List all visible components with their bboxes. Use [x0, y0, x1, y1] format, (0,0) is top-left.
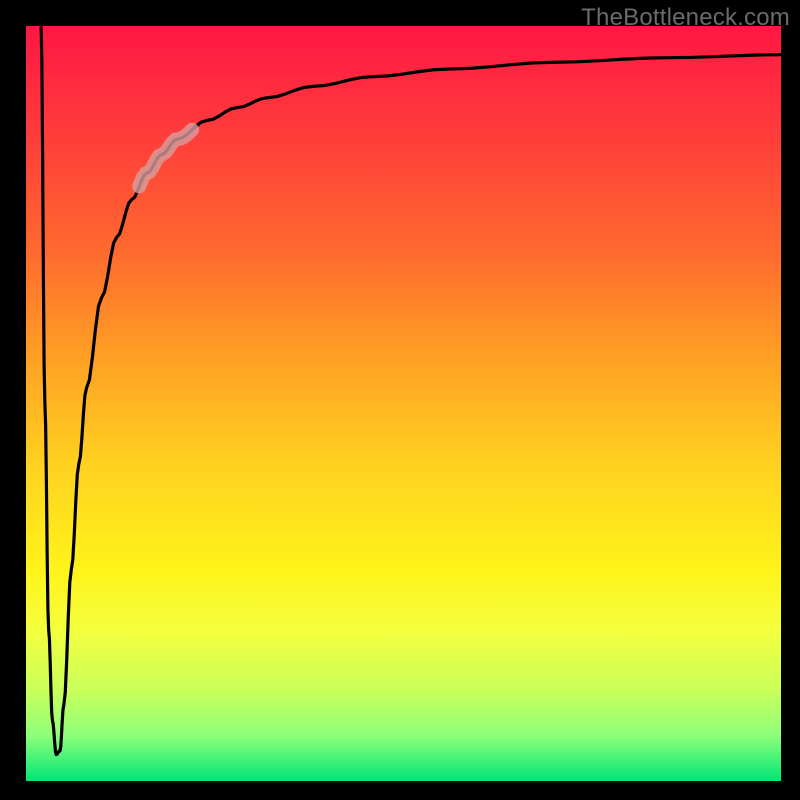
- curve-highlight-segment: [139, 130, 192, 187]
- plot-area: [26, 26, 781, 781]
- chart-container: TheBottleneck.com: [0, 0, 800, 800]
- bottleneck-curve-svg: [26, 26, 781, 781]
- bottleneck-curve: [41, 26, 781, 755]
